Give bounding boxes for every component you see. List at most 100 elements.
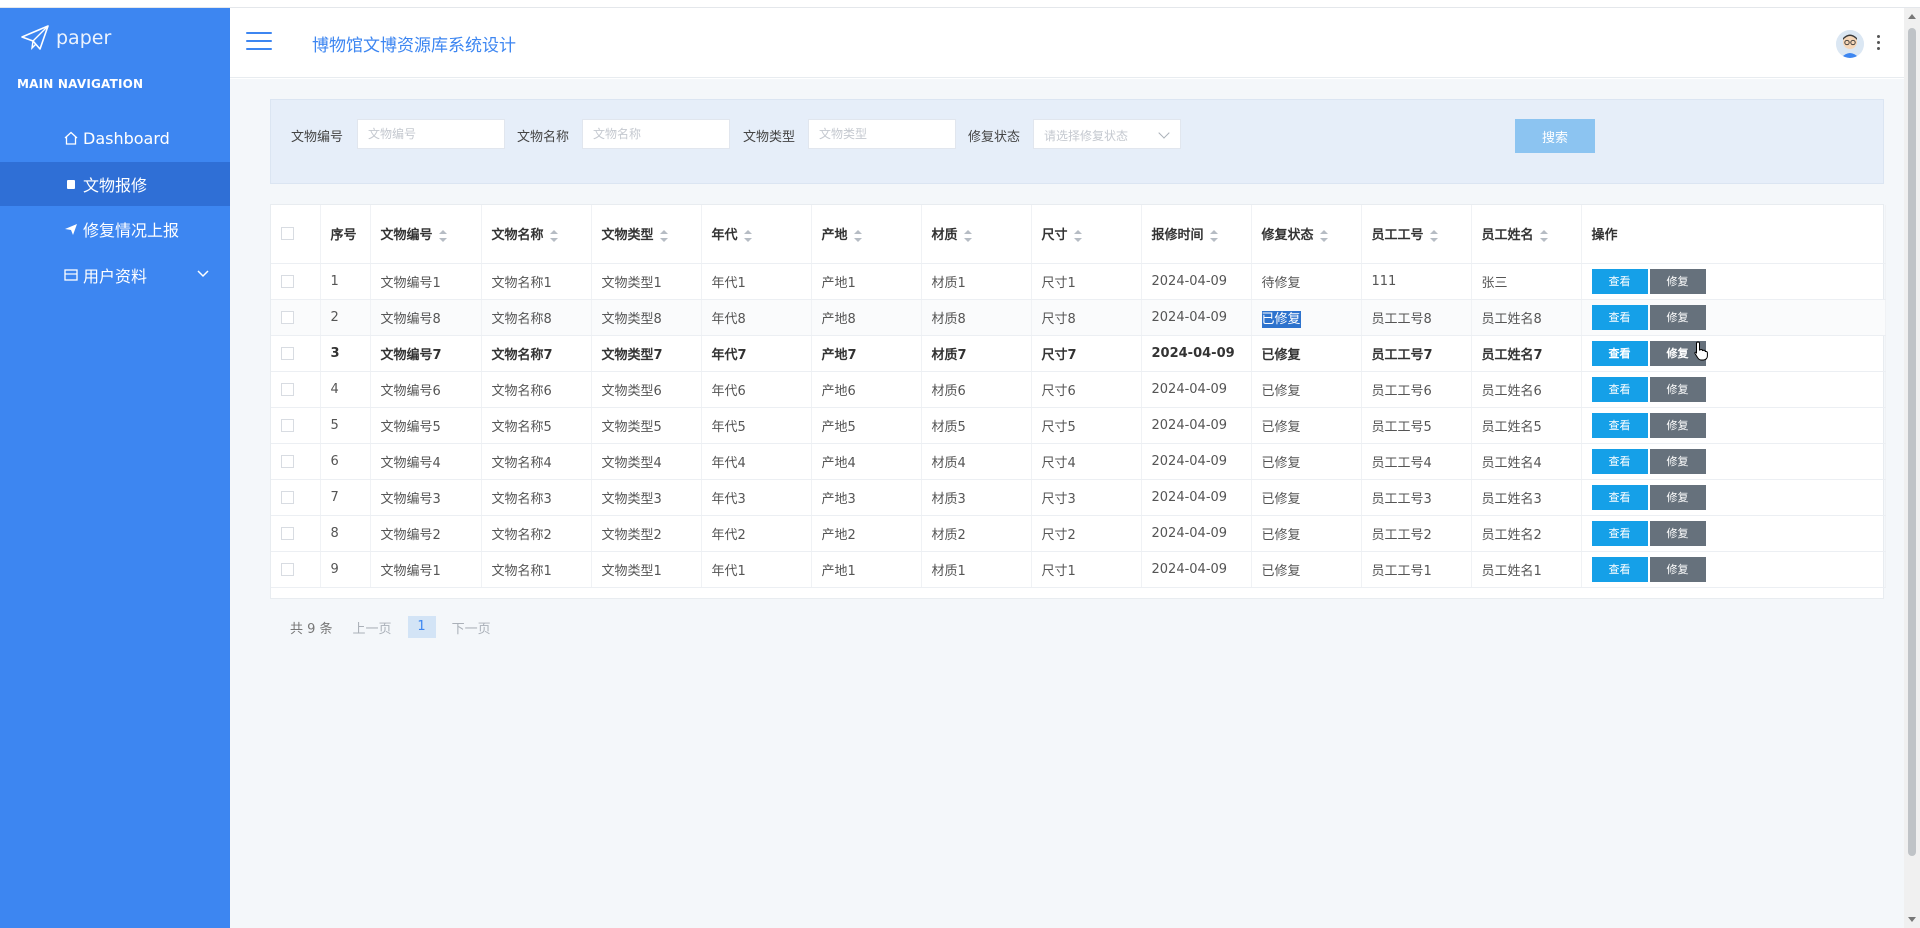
next-page-link[interactable]: 下一页 — [452, 618, 491, 637]
view-button[interactable]: 查看 — [1591, 448, 1648, 474]
sort-icon[interactable] — [743, 229, 752, 242]
sort-icon[interactable] — [438, 229, 447, 242]
row-checkbox[interactable] — [281, 562, 294, 576]
view-button[interactable]: 查看 — [1591, 304, 1648, 330]
sidebar-item-user-profile[interactable]: 用户资料 — [0, 253, 230, 297]
view-button[interactable]: 查看 — [1591, 484, 1648, 510]
column-header-artifact-name[interactable]: 文物名称 — [481, 205, 592, 264]
column-header-era[interactable]: 年代 — [701, 205, 812, 264]
row-select-cell — [271, 407, 321, 444]
cell-employee-id: 员工工号6 — [1361, 371, 1472, 408]
logo-text: paper — [56, 27, 112, 49]
repair-button[interactable]: 修复 — [1649, 412, 1706, 438]
row-checkbox[interactable] — [281, 310, 294, 324]
sort-icon[interactable] — [549, 229, 558, 242]
artifact-name-input[interactable] — [582, 119, 730, 149]
cell-artifact-name: 文物名称5 — [481, 407, 592, 444]
scroll-up-icon[interactable] — [1908, 14, 1916, 19]
scrollbar-thumb[interactable] — [1908, 28, 1916, 856]
view-button[interactable]: 查看 — [1591, 520, 1648, 546]
column-header-index: 序号 — [320, 205, 371, 264]
table-row[interactable]: 3 文物编号7 文物名称7 文物类型7 年代7 产地7 材质7 尺寸7 2024-04-09 已修… — [271, 335, 1886, 372]
column-header-material[interactable]: 材质 — [921, 205, 1032, 264]
sort-icon[interactable] — [963, 229, 972, 242]
table-row[interactable]: 4 文物编号6 文物名称6 文物类型6 年代6 产地6 材质6 尺寸6 2024-04-09 已修… — [271, 371, 1886, 408]
more-options-icon[interactable] — [1876, 35, 1882, 53]
column-header-report-time[interactable]: 报修时间 — [1141, 205, 1252, 264]
sidebar-item-repair-report[interactable]: 修复情况上报 — [0, 207, 230, 251]
prev-page-link[interactable]: 上一页 — [353, 618, 392, 637]
repair-button[interactable]: 修复 — [1649, 268, 1706, 294]
cell-material: 材质2 — [921, 515, 1032, 552]
table-row[interactable]: 9 文物编号1 文物名称1 文物类型1 年代1 产地1 材质1 尺寸1 2024-04-09 已修… — [271, 551, 1886, 588]
table-row[interactable]: 2 文物编号8 文物名称8 文物类型8 年代8 产地8 材质8 尺寸8 2024-04-09 已修… — [271, 299, 1886, 336]
column-header-origin[interactable]: 产地 — [811, 205, 922, 264]
search-button[interactable]: 搜索 — [1515, 119, 1595, 153]
view-button[interactable]: 查看 — [1591, 556, 1648, 582]
column-header-artifact-id[interactable]: 文物编号 — [370, 205, 482, 264]
artifact-id-input[interactable] — [357, 119, 505, 149]
table-row[interactable]: 7 文物编号3 文物名称3 文物类型3 年代3 产地3 材质3 尺寸3 2024-04-09 已修… — [271, 479, 1886, 516]
table-row[interactable]: 1 文物编号1 文物名称1 文物类型1 年代1 产地1 材质1 尺寸1 2024-04-09 待修… — [271, 263, 1886, 300]
cell-origin: 产地4 — [811, 443, 922, 480]
repair-button[interactable]: 修复 — [1649, 556, 1706, 582]
row-select-cell — [271, 515, 321, 552]
scroll-down-icon[interactable] — [1908, 917, 1916, 922]
column-header-employee-id[interactable]: 员工工号 — [1361, 205, 1472, 264]
row-checkbox[interactable] — [281, 454, 294, 468]
cell-artifact-id: 文物编号3 — [370, 479, 482, 516]
sort-icon[interactable] — [659, 229, 668, 242]
avatar[interactable] — [1836, 30, 1864, 58]
column-label: 修复状态 — [1261, 228, 1314, 244]
repair-button[interactable]: 修复 — [1649, 376, 1706, 402]
cell-material: 材质1 — [921, 551, 1032, 588]
table-row[interactable]: 6 文物编号4 文物名称4 文物类型4 年代4 产地4 材质4 尺寸4 2024-04-09 已修… — [271, 443, 1886, 480]
repair-button[interactable]: 修复 — [1649, 520, 1706, 546]
row-checkbox[interactable] — [281, 490, 294, 504]
cell-employee-name: 张三 — [1471, 263, 1582, 300]
row-checkbox[interactable] — [281, 274, 294, 288]
sort-icon[interactable] — [1073, 229, 1082, 242]
view-button[interactable]: 查看 — [1591, 268, 1648, 294]
repair-status-select[interactable]: 请选择修复状态 — [1033, 119, 1181, 149]
artifact-id-label: 文物编号 — [291, 130, 344, 145]
repair-button[interactable]: 修复 — [1649, 448, 1706, 474]
table-row[interactable]: 8 文物编号2 文物名称2 文物类型2 年代2 产地2 材质2 尺寸2 2024-04-09 已修… — [271, 515, 1886, 552]
row-checkbox[interactable] — [281, 382, 294, 396]
sort-icon[interactable] — [1539, 229, 1548, 242]
select-all-checkbox[interactable] — [281, 227, 294, 241]
view-button[interactable]: 查看 — [1591, 340, 1648, 366]
column-label: 文物编号 — [380, 228, 433, 244]
chevron-down-icon[interactable] — [196, 267, 210, 281]
sidebar-item-dashboard[interactable]: Dashboard — [0, 116, 230, 160]
vertical-scrollbar[interactable] — [1904, 8, 1920, 928]
column-label: 年代 — [711, 228, 738, 244]
table-header-row: 序号 文物编号 文物名称 文物类型 年代 产地 材质 尺寸 报修时间 修复状态 … — [271, 205, 1886, 264]
column-header-artifact-type[interactable]: 文物类型 — [591, 205, 702, 264]
repair-button[interactable]: 修复 — [1649, 304, 1706, 330]
cell-origin: 产地6 — [811, 371, 922, 408]
logo[interactable]: paper — [20, 22, 111, 54]
repair-button[interactable]: 修复 — [1649, 484, 1706, 510]
column-header-repair-status[interactable]: 修复状态 — [1251, 205, 1362, 264]
cell-index: 1 — [320, 263, 371, 300]
sort-icon[interactable] — [853, 229, 862, 242]
cell-size: 尺寸1 — [1031, 263, 1142, 300]
view-button[interactable]: 查看 — [1591, 412, 1648, 438]
sort-icon[interactable] — [1429, 229, 1438, 242]
row-checkbox[interactable] — [281, 418, 294, 432]
table-row[interactable]: 5 文物编号5 文物名称5 文物类型5 年代5 产地5 材质5 尺寸5 2024-04-09 已修… — [271, 407, 1886, 444]
sort-icon[interactable] — [1209, 229, 1218, 242]
cell-material: 材质4 — [921, 443, 1032, 480]
sidebar-item-artifact-repair[interactable]: 文物报修 — [0, 162, 246, 206]
menu-toggle-icon[interactable] — [246, 32, 272, 52]
column-header-size[interactable]: 尺寸 — [1031, 205, 1142, 264]
sort-icon[interactable] — [1319, 229, 1328, 242]
row-checkbox[interactable] — [281, 346, 294, 360]
view-button[interactable]: 查看 — [1591, 376, 1648, 402]
column-header-employee-name[interactable]: 员工姓名 — [1471, 205, 1582, 264]
row-checkbox[interactable] — [281, 526, 294, 540]
artifact-type-input[interactable] — [808, 119, 956, 149]
cell-report-time: 2024-04-09 — [1141, 515, 1252, 552]
page-number-button[interactable]: 1 — [407, 616, 436, 638]
